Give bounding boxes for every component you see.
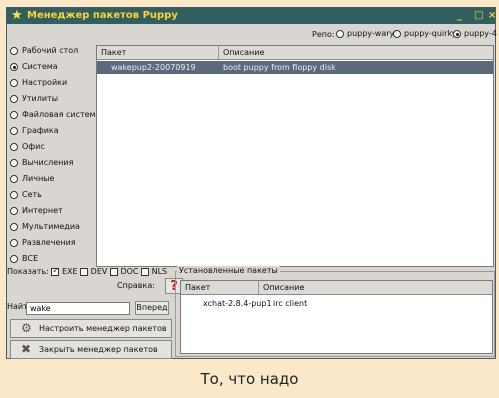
minimize-button[interactable]: _ <box>457 8 462 24</box>
checkbox-doc-label: DOC <box>120 267 139 276</box>
radio-icon[interactable] <box>10 142 18 151</box>
radio-selected-icon[interactable] <box>10 62 18 71</box>
category-setup[interactable]: Настройки <box>10 78 67 92</box>
installed-packages-title: Установленные пакеты <box>177 266 280 275</box>
checkbox-exe[interactable] <box>51 266 60 276</box>
package-table-header: Пакет Описание <box>97 46 493 60</box>
installed-package-description-cell: irc client <box>273 299 308 308</box>
installed-column-description[interactable]: Описание <box>259 281 492 294</box>
column-header-package[interactable]: Пакет <box>97 46 219 59</box>
help-label: Справка: <box>117 281 155 290</box>
help-row: Справка: ? <box>117 278 183 294</box>
repo-option-puppy-quirky[interactable]: puppy-quirky <box>393 29 457 38</box>
radio-icon[interactable] <box>10 78 18 87</box>
radio-icon[interactable] <box>10 158 18 167</box>
radio-icon[interactable] <box>10 190 18 199</box>
category-utility[interactable]: Утилиты <box>10 94 58 108</box>
close-button[interactable]: × <box>488 8 496 24</box>
checkbox-doc[interactable] <box>109 267 118 276</box>
show-filter: Показать: EXE DEV DOC NLS <box>7 266 179 279</box>
title-bar: ★ Менеджер пакетов Puppy _ □ × <box>7 8 496 24</box>
installed-column-package[interactable]: Пакет <box>181 281 259 294</box>
category-graphic[interactable]: Графика <box>10 126 59 140</box>
checkbox-nls[interactable] <box>141 267 150 276</box>
maximize-button[interactable]: □ <box>474 8 483 24</box>
radio-icon[interactable] <box>10 110 18 119</box>
radio-selected-icon[interactable] <box>453 29 461 38</box>
category-office[interactable]: Офис <box>10 142 45 156</box>
checkbox-exe-label: EXE <box>61 267 78 276</box>
column-header-description[interactable]: Описание <box>219 46 493 59</box>
close-icon: ✖ <box>21 342 32 356</box>
category-multimedia[interactable]: Мультимедиа <box>10 222 80 236</box>
category-personal[interactable]: Личные <box>10 174 54 188</box>
repo-selector: Репо: puppy-wary5 puppy-quirky puppy-4 <box>7 28 497 42</box>
checkbox-dev[interactable] <box>80 267 89 276</box>
category-desktop[interactable]: Рабочий стол <box>10 46 78 60</box>
caption: То, что надо <box>200 370 299 388</box>
package-manager-window: ★ Менеджер пакетов Puppy _ □ × Репо: pup… <box>6 7 497 359</box>
window-title: Менеджер пакетов Puppy <box>27 10 178 21</box>
repo-option-puppy-wary5[interactable]: puppy-wary5 <box>336 29 399 38</box>
category-calculate[interactable]: Вычисления <box>10 158 73 172</box>
installed-package-name-cell: xchat-2.8.4-pup1 <box>203 299 272 308</box>
checkbox-nls-label: NLS <box>151 267 168 276</box>
radio-icon[interactable] <box>10 174 18 183</box>
category-system[interactable]: Система <box>10 62 58 76</box>
category-internet[interactable]: Интернет <box>10 206 63 220</box>
radio-icon[interactable] <box>10 254 18 263</box>
table-row[interactable]: wakepup2-20070919 boot puppy from floppy… <box>97 61 493 74</box>
configure-button[interactable]: ⚙ Настроить менеджер пакетов <box>10 319 172 338</box>
table-row[interactable]: xchat-2.8.4-pup1 irc client <box>181 297 492 309</box>
radio-icon[interactable] <box>10 46 18 55</box>
repo-option-puppy-4[interactable]: puppy-4 <box>453 29 497 38</box>
radio-icon[interactable] <box>10 94 18 103</box>
category-network[interactable]: Сеть <box>10 190 42 204</box>
installed-table-header: Пакет Описание <box>181 281 492 295</box>
radio-icon[interactable] <box>336 29 344 38</box>
close-manager-button-label: Закрыть менеджер пакетов <box>39 345 158 354</box>
package-name-cell: wakepup2-20070919 <box>111 63 196 72</box>
radio-icon[interactable] <box>393 29 401 38</box>
radio-icon[interactable] <box>10 222 18 231</box>
package-description-cell: boot puppy from floppy disk <box>223 63 336 72</box>
installed-packages-table[interactable]: Пакет Описание xchat-2.8.4-pup1 irc clie… <box>180 280 493 354</box>
category-all[interactable]: ВСЕ <box>10 254 38 268</box>
show-label: Показать: <box>7 267 49 276</box>
configure-icon: ⚙ <box>21 321 32 335</box>
radio-icon[interactable] <box>10 126 18 135</box>
radio-icon[interactable] <box>10 238 18 247</box>
search-input[interactable] <box>26 302 130 315</box>
find-next-button[interactable]: Вперед <box>135 301 169 315</box>
star-icon: ★ <box>11 8 23 23</box>
screenshot-frame: ★ Менеджер пакетов Puppy _ □ × Репо: pup… <box>0 0 499 398</box>
close-manager-button[interactable]: ✖ Закрыть менеджер пакетов <box>10 340 172 359</box>
configure-button-label: Настроить менеджер пакетов <box>39 324 167 333</box>
category-fun[interactable]: Развлечения <box>10 238 76 252</box>
package-table[interactable]: Пакет Описание wakepup2-20070919 boot pu… <box>96 45 494 267</box>
category-filesystem[interactable]: Файловая система <box>10 110 100 124</box>
radio-icon[interactable] <box>10 206 18 215</box>
find-row: Найти: Вперед <box>7 301 169 315</box>
checkbox-dev-label: DEV <box>90 267 108 276</box>
repo-label: Репо: <box>312 30 335 39</box>
